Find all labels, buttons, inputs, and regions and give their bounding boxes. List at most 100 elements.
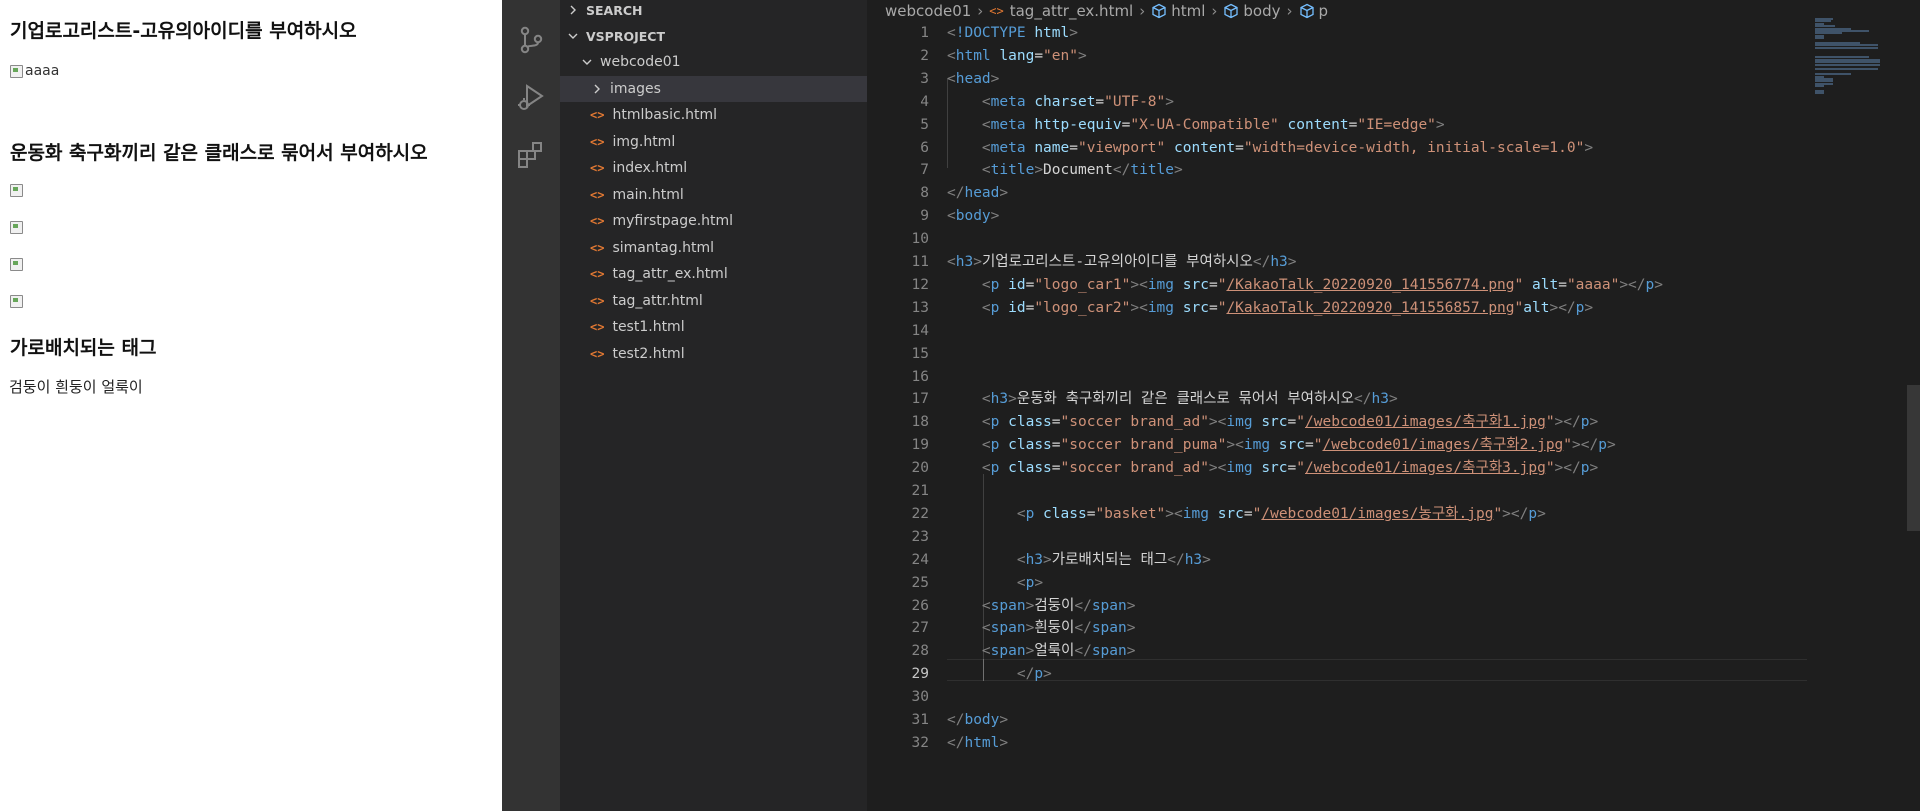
code-line-9: <body> bbox=[947, 208, 1000, 225]
line-number: 24 bbox=[911, 551, 929, 568]
file-item[interactable]: <> index.html bbox=[560, 155, 897, 181]
line-number: 21 bbox=[911, 483, 929, 499]
file-label: tag_attr_ex.html bbox=[612, 266, 728, 282]
vertical-scrollbar[interactable] bbox=[1907, 0, 1920, 811]
line-number: 22 bbox=[911, 505, 929, 522]
minimap-line bbox=[1815, 92, 1824, 95]
chevron-right-icon: › bbox=[1211, 2, 1218, 20]
line-number: 7 bbox=[920, 162, 929, 179]
file-item[interactable]: <> img.html bbox=[560, 129, 897, 155]
line-number: 31 bbox=[911, 712, 929, 728]
code-line-28: <span>얼룩이</span> bbox=[981, 643, 1136, 660]
line-number: 26 bbox=[911, 597, 929, 614]
source-control-icon[interactable] bbox=[516, 25, 546, 55]
line-number: 14 bbox=[911, 322, 929, 339]
line-number: 6 bbox=[920, 139, 929, 156]
folder-webcode01[interactable]: webcode01 bbox=[560, 49, 887, 75]
file-label: img.html bbox=[612, 133, 676, 150]
preview-image-2 bbox=[9, 183, 23, 197]
extensions-icon[interactable] bbox=[516, 140, 546, 170]
code-line-31: </body> bbox=[947, 712, 1009, 728]
minimap[interactable] bbox=[1807, 18, 1907, 98]
html-file-icon: <> bbox=[989, 4, 1004, 18]
code-line-25: <p> bbox=[1016, 574, 1044, 591]
chevron-right-icon: › bbox=[977, 2, 984, 20]
line-number: 8 bbox=[920, 185, 929, 202]
line-number: 1 bbox=[920, 25, 929, 41]
project-section-header[interactable]: VSPROJECT bbox=[560, 23, 873, 49]
line-number: 11 bbox=[911, 254, 929, 270]
preview-image-3 bbox=[9, 220, 23, 234]
code-line-1: <!DOCTYPE html> bbox=[947, 25, 1078, 41]
breadcrumb-html[interactable]: html bbox=[1171, 2, 1205, 20]
line-number: 10 bbox=[911, 231, 929, 248]
activity-bar bbox=[502, 0, 560, 811]
code-line-27: <span>흰둥이</span> bbox=[981, 620, 1136, 637]
project-section-label: VSPROJECT bbox=[586, 28, 665, 44]
breadcrumb-file[interactable]: tag_attr_ex.html bbox=[1010, 2, 1134, 20]
html-file-icon: <> bbox=[590, 346, 605, 361]
file-item[interactable]: <> test1.html bbox=[560, 314, 897, 340]
code-line-5: <meta http-equiv="X-UA-Compatible" conte… bbox=[981, 116, 1445, 133]
line-number: 20 bbox=[911, 460, 929, 477]
scrollbar-thumb[interactable] bbox=[1907, 385, 1920, 531]
file-item[interactable]: <> tag_attr_ex.html bbox=[560, 261, 897, 287]
breadcrumb-folder[interactable]: webcode01 bbox=[885, 2, 971, 20]
file-label: myfirstpage.html bbox=[612, 213, 734, 229]
line-number: 2 bbox=[920, 47, 929, 64]
symbol-element-icon bbox=[1224, 3, 1239, 19]
html-file-icon: <> bbox=[590, 134, 605, 149]
file-label: index.html bbox=[612, 160, 688, 176]
broken-image-icon bbox=[9, 64, 23, 78]
html-file-icon: <> bbox=[590, 267, 605, 281]
preview-span-text: 검둥이 흰둥이 얼룩이 bbox=[9, 378, 143, 396]
run-debug-icon[interactable] bbox=[516, 82, 546, 112]
file-item[interactable]: <> simantag.html bbox=[560, 235, 897, 261]
code-line-7: <title>Document</title> bbox=[981, 162, 1183, 179]
breadcrumb-p[interactable]: p bbox=[1319, 2, 1329, 20]
preview-heading-2: 운동화 축구화끼리 같은 클래스로 묶어서 부여하시오 bbox=[10, 142, 428, 164]
file-label: test1.html bbox=[612, 319, 685, 335]
html-file-icon: <> bbox=[590, 320, 605, 334]
file-item[interactable]: <> main.html bbox=[560, 182, 897, 208]
code-line-29: </p> bbox=[1016, 666, 1052, 683]
minimap-line bbox=[1815, 46, 1878, 49]
broken-image-icon bbox=[9, 183, 23, 197]
code-line-24: <h3>가로배치되는 태그</h3> bbox=[1016, 551, 1211, 568]
code-editor[interactable]: webcode01 › <> tag_attr_ex.html › html ›… bbox=[867, 0, 1920, 811]
preview-heading-3: 가로배치되는 태그 bbox=[10, 337, 157, 359]
folder-images[interactable]: images bbox=[560, 76, 897, 102]
code-line-4: <meta charset="UTF-8"> bbox=[981, 93, 1174, 110]
code-line-22: <p class="basket"><img src="/webcode01/i… bbox=[1016, 505, 1546, 522]
code-line-26: <span>검둥이</span> bbox=[981, 597, 1136, 614]
html-file-icon: <> bbox=[590, 293, 605, 308]
breadcrumb: webcode01 › <> tag_attr_ex.html › html ›… bbox=[867, 0, 1920, 22]
file-label: htmlbasic.html bbox=[612, 107, 718, 123]
code-line-6: <meta name="viewport" content="width=dev… bbox=[981, 139, 1594, 156]
minimap-line bbox=[1815, 63, 1880, 66]
search-section-header[interactable]: SEARCH bbox=[560, 0, 873, 23]
line-number: 4 bbox=[920, 93, 929, 110]
chevron-right-icon: › bbox=[1286, 2, 1293, 20]
line-number: 15 bbox=[911, 345, 929, 362]
broken-image-icon bbox=[9, 257, 23, 271]
file-label: simantag.html bbox=[612, 239, 715, 256]
folder-label: webcode01 bbox=[600, 54, 681, 70]
broken-image-icon bbox=[9, 220, 23, 234]
html-file-icon: <> bbox=[590, 187, 605, 202]
symbol-element-icon bbox=[1152, 3, 1166, 19]
chevron-down-icon bbox=[580, 55, 594, 69]
code-line-13: <p id="logo_car2"><img src="/KakaoTalk_2… bbox=[981, 299, 1594, 316]
chevron-down-icon bbox=[566, 29, 580, 43]
image-alt-text: aaaa bbox=[25, 63, 60, 79]
line-number: 5 bbox=[920, 116, 929, 133]
file-item[interactable]: <> tag_attr.html bbox=[560, 288, 897, 314]
line-number: 27 bbox=[911, 620, 929, 637]
breadcrumb-body[interactable]: body bbox=[1243, 2, 1280, 20]
file-item[interactable]: <> test2.html bbox=[560, 341, 897, 367]
file-item[interactable]: <> htmlbasic.html bbox=[560, 102, 897, 128]
broken-image-icon bbox=[9, 294, 23, 308]
preview-image-4 bbox=[9, 257, 23, 271]
file-item[interactable]: <> myfirstpage.html bbox=[560, 208, 897, 234]
code-line-12: <p id="logo_car1"><img src="/KakaoTalk_2… bbox=[981, 276, 1663, 293]
